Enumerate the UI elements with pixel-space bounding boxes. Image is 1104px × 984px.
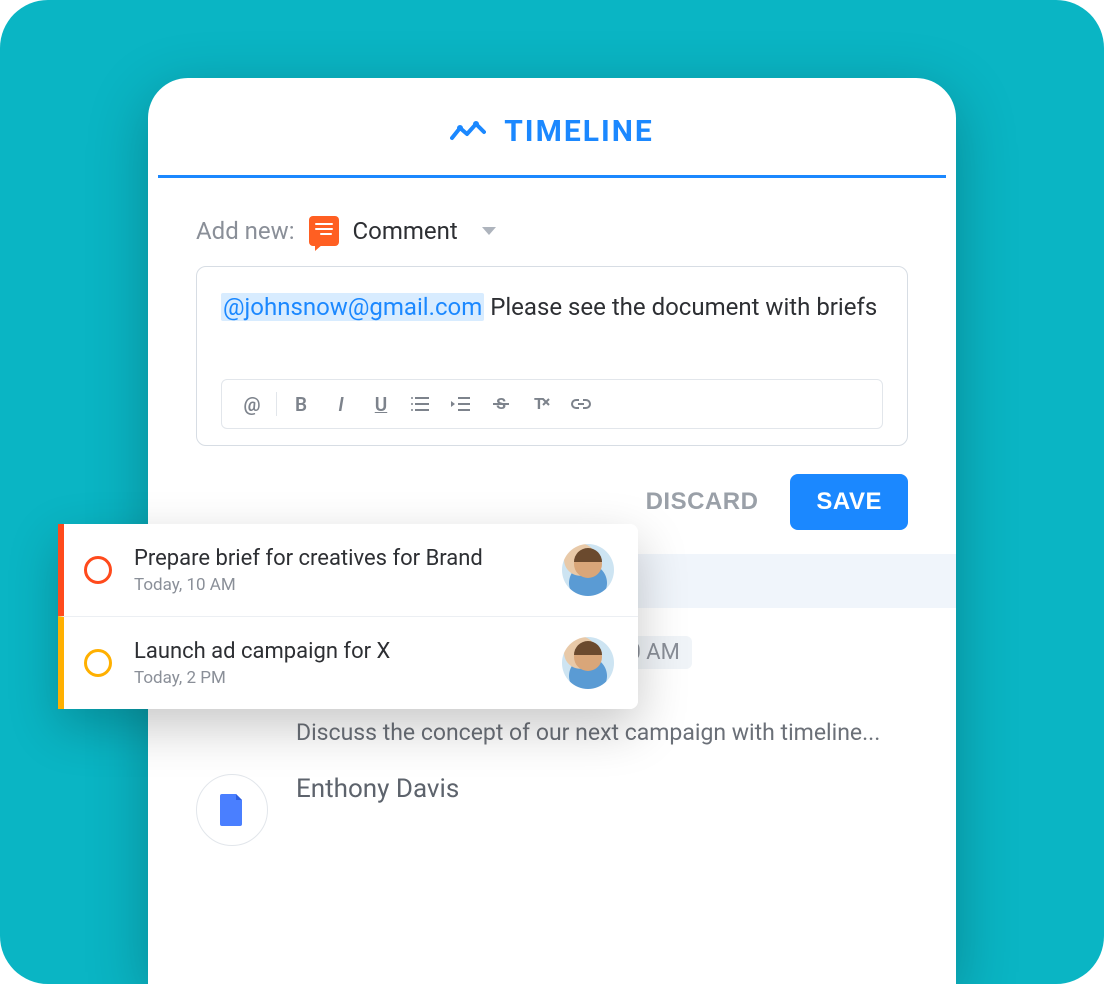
- underline-button[interactable]: U: [361, 388, 401, 420]
- app-backdrop: TIMELINE Add new: Comment @johnsnow@gmai…: [0, 0, 1104, 984]
- entry-description: Discuss the concept of our next campaign…: [296, 719, 908, 746]
- entry-author: Enthony Davis: [296, 774, 459, 804]
- composer-actions: DISCARD SAVE: [196, 474, 908, 530]
- suggestion-item[interactable]: Launch ad campaign for X Today, 2 PM: [58, 616, 638, 709]
- bold-button[interactable]: B: [281, 388, 321, 420]
- composer-body[interactable]: Please see the document with briefs: [484, 293, 877, 321]
- suggestion-title: Launch ad campaign for X: [134, 639, 540, 664]
- composer-text[interactable]: @johnsnow@gmail.com Please see the docum…: [221, 289, 883, 325]
- panel-title: TIMELINE: [504, 114, 654, 149]
- strikethrough-button[interactable]: S: [481, 388, 521, 420]
- outdent-button[interactable]: [441, 388, 481, 420]
- svg-text:T: T: [534, 395, 544, 413]
- timeline-icon: [450, 120, 486, 144]
- mention-chip[interactable]: @johnsnow@gmail.com: [221, 293, 484, 321]
- suggestion-time: Today, 10 AM: [134, 575, 540, 595]
- add-new-type[interactable]: Comment: [353, 217, 458, 245]
- assignee-avatar: [562, 544, 614, 596]
- suggestion-time: Today, 2 PM: [134, 668, 540, 688]
- add-new-label: Add new:: [196, 217, 295, 245]
- suggestion-item[interactable]: Prepare brief for creatives for Brand To…: [58, 524, 638, 616]
- add-new-row: Add new: Comment: [196, 216, 908, 246]
- timeline-entry[interactable]: Enthony Davis: [196, 746, 908, 846]
- comment-composer[interactable]: @johnsnow@gmail.com Please see the docum…: [196, 266, 908, 446]
- toolbar-separator: [276, 392, 277, 416]
- mention-button[interactable]: @: [232, 388, 272, 420]
- document-icon: [196, 774, 268, 846]
- panel-header: TIMELINE: [148, 78, 956, 175]
- comment-icon: [309, 216, 339, 246]
- save-button[interactable]: SAVE: [790, 474, 908, 530]
- list-button[interactable]: [401, 388, 441, 420]
- link-button[interactable]: [561, 388, 601, 420]
- italic-button[interactable]: I: [321, 388, 361, 420]
- discard-button[interactable]: DISCARD: [636, 474, 769, 530]
- format-toolbar: @ B I U S T: [221, 379, 883, 429]
- clear-format-button[interactable]: T: [521, 388, 561, 420]
- chevron-down-icon[interactable]: [482, 227, 496, 235]
- priority-ring-icon: [84, 649, 112, 677]
- task-suggestions-popup: Prepare brief for creatives for Brand To…: [58, 524, 638, 709]
- suggestion-title: Prepare brief for creatives for Brand: [134, 546, 540, 571]
- assignee-avatar: [562, 637, 614, 689]
- priority-ring-icon: [84, 556, 112, 584]
